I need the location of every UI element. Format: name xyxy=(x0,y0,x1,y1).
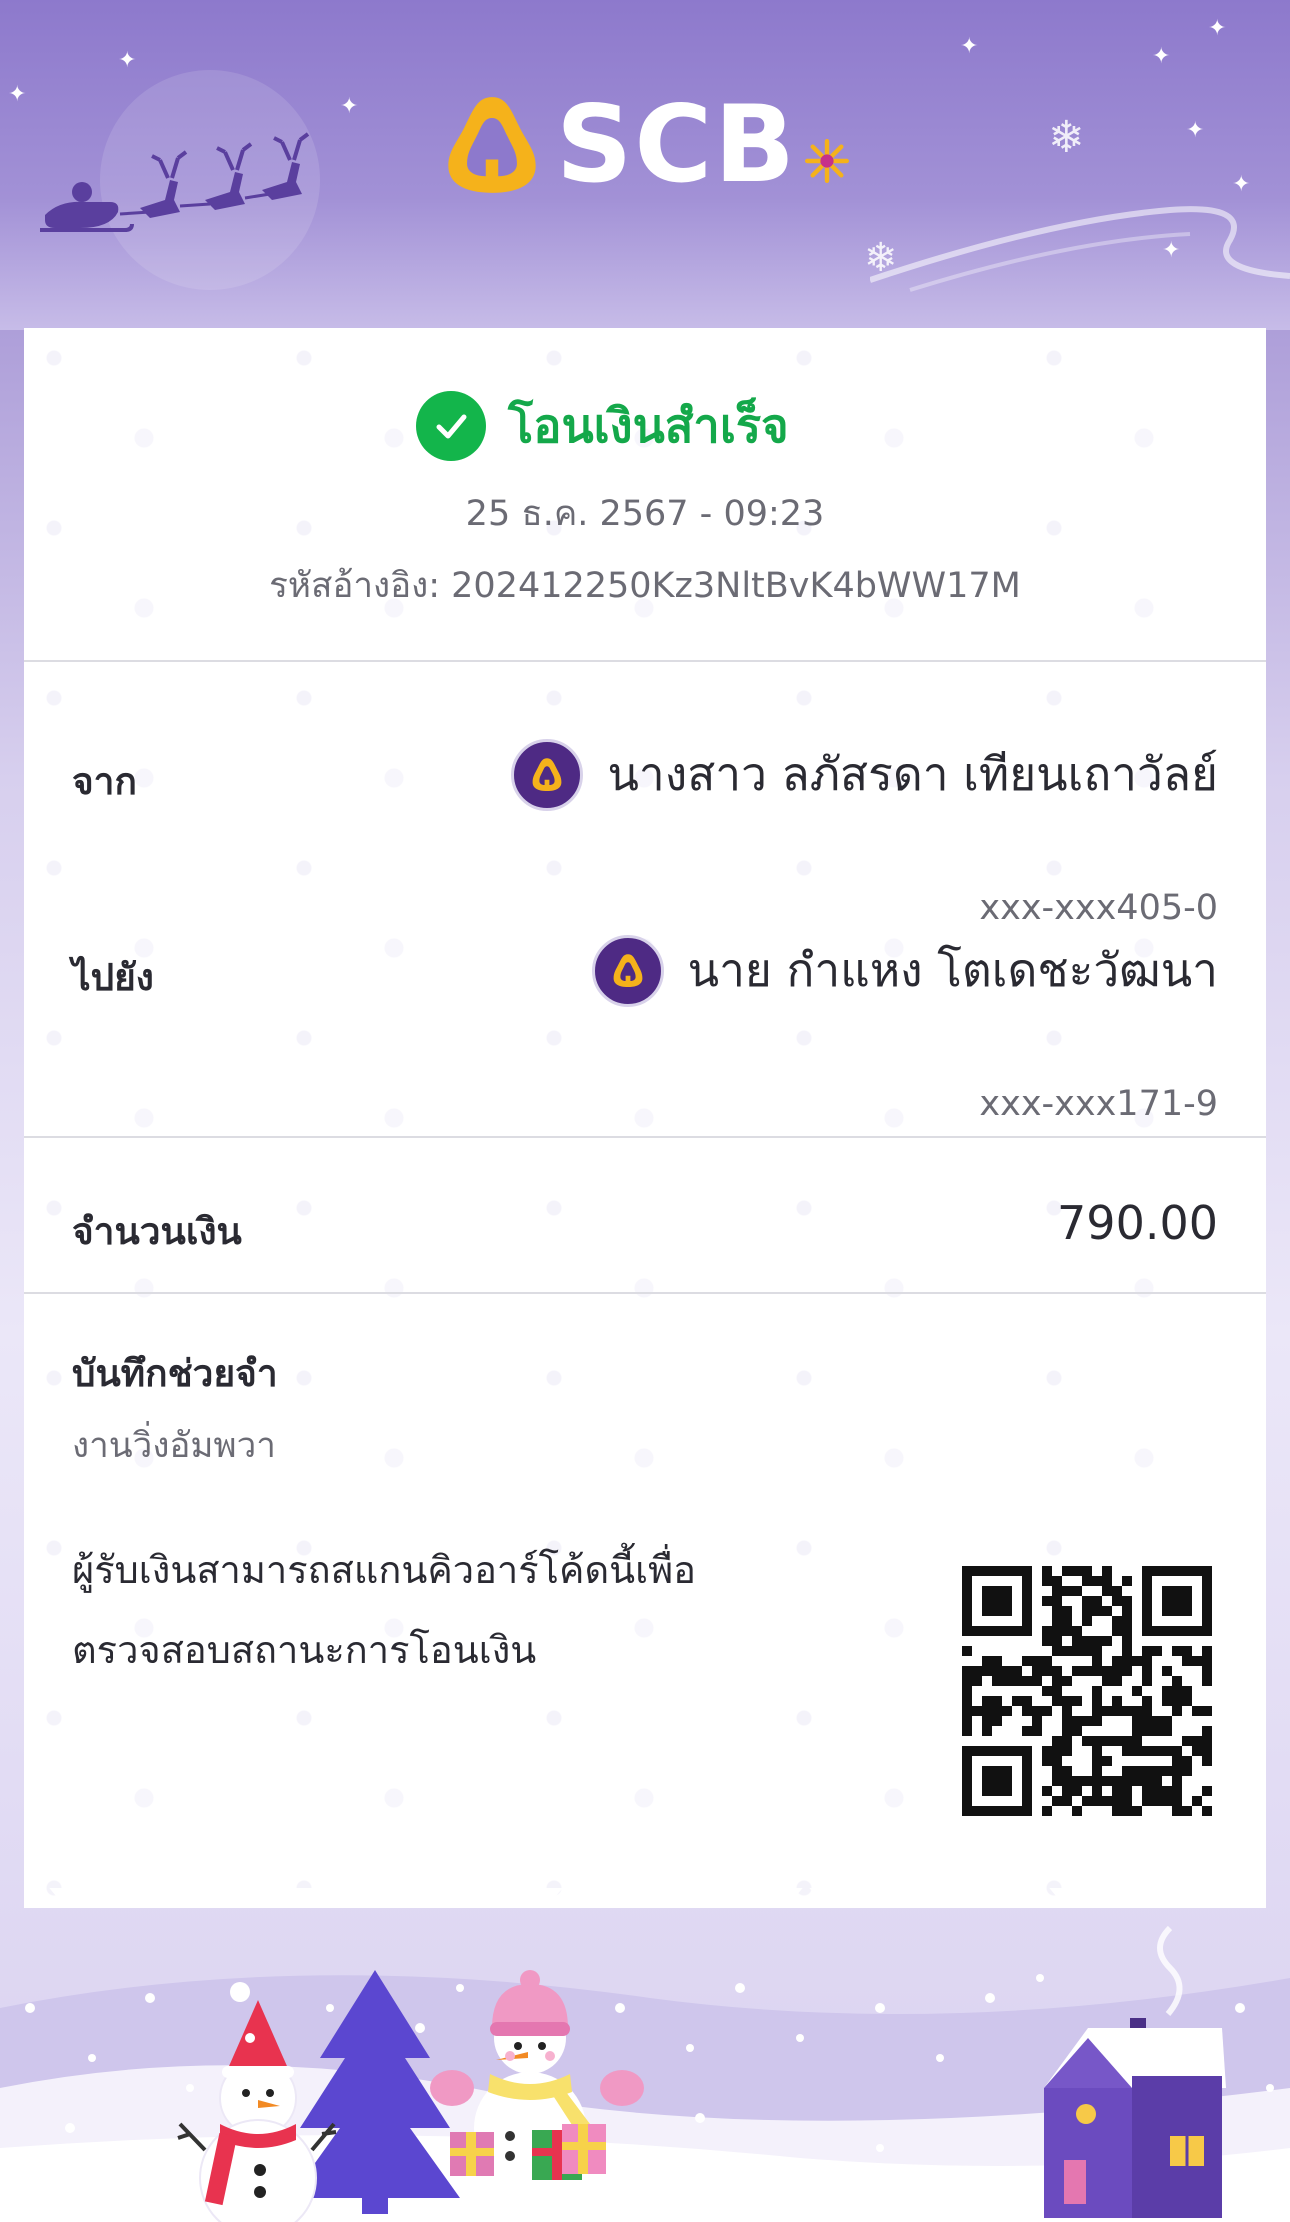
sparkle-icon xyxy=(804,139,849,183)
receipt-card: โอนเงินสำเร็จ 25 ธ.ค. 2567 - 09:23 รหัสอ… xyxy=(24,328,1266,1908)
star-icon: ✦ xyxy=(118,48,137,73)
swoosh-decoration xyxy=(870,206,1290,292)
winter-scene-footer xyxy=(0,1888,1290,2222)
from-label: จาก xyxy=(72,760,137,803)
status-text: โอนเงินสำเร็จ xyxy=(508,399,789,454)
to-name: นาย กำแหง โตเดชะวัฒนา xyxy=(687,943,1218,997)
gift-icon xyxy=(562,2124,606,2174)
qr-code-icon[interactable] xyxy=(962,1566,1212,1816)
scb-logo: SCB xyxy=(440,92,849,198)
reference-number[interactable]: รหัสอ้างอิง: 202412250Kz3NltBvK4bWW17M xyxy=(24,558,1266,613)
to-party: นาย กำแหง โตเดชะวัฒนา xyxy=(591,934,1218,1007)
zigzag-edge xyxy=(24,1888,1266,1908)
divider xyxy=(24,1136,1266,1138)
from-name: นางสาว ลภัสรดา เทียนเถาวัลย์ xyxy=(607,747,1218,801)
star-icon: ✦ xyxy=(960,34,979,59)
snowflake-icon: ❄ xyxy=(1048,112,1085,163)
transfer-status: โอนเงินสำเร็จ xyxy=(416,388,789,463)
santa-sleigh-icon xyxy=(40,132,310,232)
transaction-datetime: 25 ธ.ค. 2567 - 09:23 xyxy=(465,494,825,534)
star-icon: ✦ xyxy=(1152,44,1171,69)
scb-building-icon xyxy=(448,97,536,193)
from-account: xxx-xxx405-0 xyxy=(979,888,1218,928)
qr-instructions: ผู้รับเงินสามารถสแกนคิวอาร์โค้ดนี้เพื่อ … xyxy=(72,1530,832,1690)
house-icon xyxy=(1044,1925,1226,2218)
star-icon: ✦ xyxy=(1186,118,1205,143)
divider xyxy=(24,1292,1266,1294)
qr-instructions-line1: ผู้รับเงินสามารถสแกนคิวอาร์โค้ดนี้เพื่อ xyxy=(72,1548,696,1592)
qr-instructions-line2: ตรวจสอบสถานะการโอนเงิน xyxy=(72,1628,537,1672)
amount-label: จำนวนเงิน xyxy=(72,1210,242,1253)
gift-icon xyxy=(450,2132,494,2176)
brand-name: SCB xyxy=(556,83,797,206)
star-icon: ✦ xyxy=(1208,16,1227,41)
to-account: xxx-xxx171-9 xyxy=(979,1084,1218,1124)
status-section: โอนเงินสำเร็จ 25 ธ.ค. 2567 - 09:23 รหัสอ… xyxy=(24,328,1266,662)
from-party: นางสาว ลภัสรดา เทียนเถาวัลย์ xyxy=(511,738,1218,811)
star-icon: ✦ xyxy=(340,94,359,119)
memo-label: บันทึกช่วยจำ xyxy=(72,1352,278,1395)
star-icon: ✦ xyxy=(8,82,27,107)
memo-value: งานวิ่งอัมพวา xyxy=(72,1426,276,1466)
scb-bank-icon xyxy=(511,738,584,811)
header-banner: ✦ ✦ ✦ ✦ ✦ ✦ ✦ ✦ ✦ ❄ ❄ SCB xyxy=(0,0,1290,330)
check-circle-icon xyxy=(416,390,486,461)
amount-value: 790.00 xyxy=(1057,1196,1218,1250)
scb-bank-icon xyxy=(591,934,664,1007)
to-label: ไปยัง xyxy=(72,956,154,999)
